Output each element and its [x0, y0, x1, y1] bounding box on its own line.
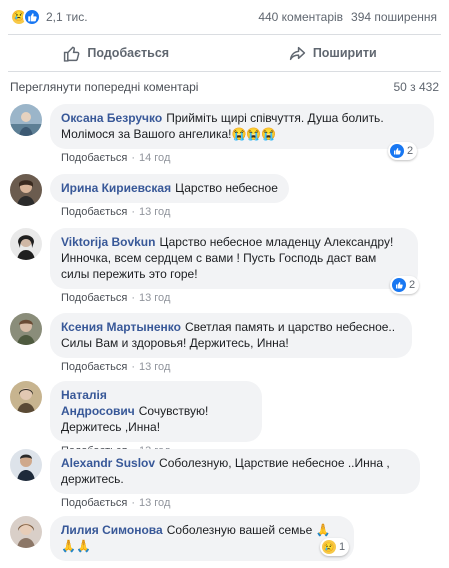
- comment: Alexandr Suslov Соболезную, Царствие небе…: [10, 449, 428, 509]
- comment-timestamp[interactable]: 13 год: [139, 497, 170, 509]
- comment-bubble: Alexandr Suslov Соболезную, Царствие небе…: [50, 449, 420, 494]
- comment-author[interactable]: Ксения Мартыненко: [61, 320, 181, 334]
- comment-reactions-count: 1: [339, 541, 346, 553]
- comment-meta: Подобається·13 год: [61, 361, 171, 373]
- like-reaction-icon: [392, 278, 406, 292]
- post-stats: 😢 2,1 тис. 440 коментарів 394 поширення: [0, 0, 449, 34]
- comments-pagination-count: 50 з 432: [393, 80, 439, 94]
- comment-like-link[interactable]: Подобається: [61, 497, 127, 509]
- avatar[interactable]: [10, 516, 42, 548]
- comment-timestamp[interactable]: 14 год: [139, 152, 170, 164]
- comment-bubble: Лилия Симонова Соболезную вашей семье 🙏🙏🙏: [50, 516, 354, 561]
- comment-meta: Подобається · 14 год: [61, 152, 171, 164]
- comment-bubble: Ксения Мартыненко Светлая память и царств…: [50, 313, 412, 358]
- like-button[interactable]: Подобається: [8, 35, 225, 71]
- comment-author[interactable]: Наталія Андросович: [61, 388, 135, 418]
- comment-timestamp[interactable]: 13 год: [139, 361, 170, 373]
- comment-reactions-count: 2: [409, 279, 416, 291]
- comment-author[interactable]: Alexandr Suslov: [61, 456, 155, 470]
- avatar[interactable]: [10, 228, 42, 260]
- comment-bubble: Наталія Андросович Сочувствую! Держитесь …: [50, 381, 262, 442]
- previous-comments-bar: Переглянути попередні коментарі 50 з 432: [10, 80, 439, 94]
- comment: Ирина Кириевская Царство небесное Подобає…: [10, 174, 289, 218]
- comment-bubble: Viktorija Bovkun Царство небесное младенц…: [50, 228, 418, 289]
- avatar[interactable]: [10, 313, 42, 345]
- thumbs-up-icon: [64, 46, 80, 62]
- comment: Лилия Симонова Соболезную вашей семье 🙏🙏🙏…: [10, 516, 370, 561]
- sad-reaction-icon: 😢: [322, 540, 336, 554]
- comment: Ксения Мартыненко Светлая память и царств…: [10, 313, 420, 373]
- share-button[interactable]: Поширити: [225, 35, 442, 71]
- comment: Наталія Андросович Сочувствую! Держитесь …: [10, 381, 270, 457]
- comment-meta: Подобається·13 год: [61, 292, 171, 304]
- like-reaction-icon: [23, 8, 41, 26]
- avatar[interactable]: [10, 381, 42, 413]
- comment-like-link[interactable]: Подобається: [61, 152, 127, 164]
- share-button-label: Поширити: [312, 46, 377, 60]
- comment-timestamp[interactable]: 13 год: [139, 292, 170, 304]
- comment-timestamp[interactable]: 13 год: [139, 206, 170, 218]
- comment-reactions-badge[interactable]: 😢 1: [320, 538, 350, 556]
- shares-count[interactable]: 394 поширення: [351, 10, 437, 24]
- comment-author[interactable]: Лилия Симонова: [61, 523, 163, 537]
- comment: Оксана Безручко Прийміть щирі співчуття. …: [10, 104, 442, 164]
- comment-like-link[interactable]: Подобається: [61, 292, 127, 304]
- comment-meta: Подобається·13 год: [61, 497, 171, 509]
- like-reaction-icon: [390, 144, 404, 158]
- comments-count[interactable]: 440 коментарів: [258, 10, 343, 24]
- comment-reactions-count: 2: [407, 145, 414, 157]
- comment-reactions-badge[interactable]: 2: [390, 276, 420, 294]
- comment-author[interactable]: Оксана Безручко: [61, 111, 162, 125]
- comment-like-link[interactable]: Подобається: [61, 361, 127, 373]
- action-bar: Подобається Поширити: [8, 34, 441, 72]
- comment-author[interactable]: Viktorija Bovkun: [61, 235, 155, 249]
- comment-bubble: Ирина Кириевская Царство небесное: [50, 174, 289, 203]
- comment-author[interactable]: Ирина Кириевская: [61, 181, 171, 195]
- comment-reactions-badge[interactable]: 2: [388, 142, 418, 160]
- reaction-icons[interactable]: 😢: [10, 8, 41, 26]
- comment-like-link[interactable]: Подобається: [61, 206, 127, 218]
- avatar[interactable]: [10, 104, 42, 136]
- comment-text: Царство небесное: [175, 181, 278, 195]
- avatar[interactable]: [10, 174, 42, 206]
- comment-meta: Подобається·13 год: [61, 206, 171, 218]
- like-button-label: Подобається: [87, 46, 170, 60]
- share-arrow-icon: [289, 46, 305, 60]
- comment: Viktorija Bovkun Царство небесное младенц…: [10, 228, 425, 304]
- comment-bubble: Оксана Безручко Прийміть щирі співчуття. …: [50, 104, 434, 149]
- view-previous-comments-link[interactable]: Переглянути попередні коментарі: [10, 80, 198, 94]
- avatar[interactable]: [10, 449, 42, 481]
- reactions-count[interactable]: 2,1 тис.: [46, 10, 88, 24]
